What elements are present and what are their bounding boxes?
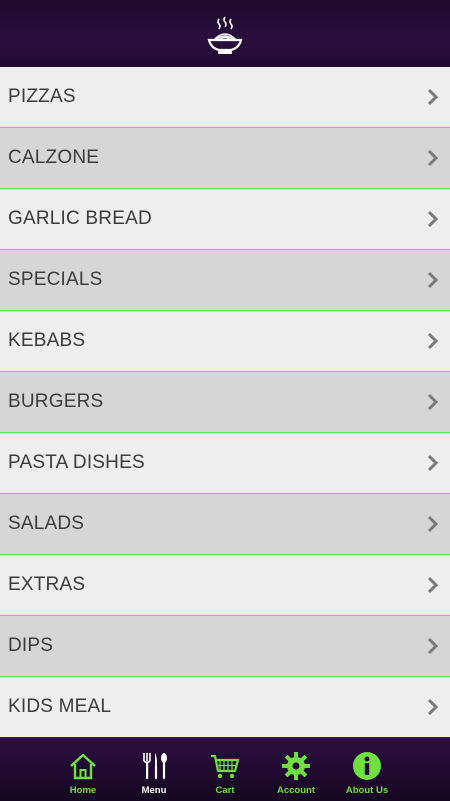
tab-label: About Us: [345, 785, 389, 796]
menu-item-kids-meal[interactable]: KIDS MEAL: [0, 677, 450, 738]
menu-item-label: CALZONE: [8, 147, 100, 168]
cart-icon: [211, 754, 240, 779]
tab-cart[interactable]: Cart: [190, 738, 261, 801]
menu-item-pasta-dishes[interactable]: PASTA DISHES: [0, 433, 450, 494]
menu-item-label: GARLIC BREAD: [8, 208, 152, 229]
chevron-right-icon: [427, 454, 439, 472]
menu-item-label: EXTRAS: [8, 574, 86, 595]
cutlery-icon: [143, 753, 167, 779]
bottom-tab-bar: Home Menu Cart Account About Us: [0, 737, 450, 801]
tab-home[interactable]: Home: [48, 738, 119, 801]
tab-about-us[interactable]: About Us: [332, 738, 403, 801]
tab-label: Home: [69, 785, 97, 796]
chevron-right-icon: [427, 393, 439, 411]
noodle-bowl-icon: [207, 16, 243, 54]
menu-item-pizzas[interactable]: PIZZAS: [0, 67, 450, 128]
menu-item-label: KEBABS: [8, 330, 86, 351]
menu-item-label: KIDS MEAL: [8, 696, 112, 717]
chevron-right-icon: [427, 149, 439, 167]
chevron-right-icon: [427, 88, 439, 106]
menu-item-salads[interactable]: SALADS: [0, 494, 450, 555]
menu-item-specials[interactable]: SPECIALS: [0, 250, 450, 311]
menu-item-kebabs[interactable]: KEBABS: [0, 311, 450, 372]
chevron-right-icon: [427, 515, 439, 533]
menu-item-extras[interactable]: EXTRAS: [0, 555, 450, 616]
home-icon: [70, 753, 96, 780]
menu-item-label: BURGERS: [8, 391, 104, 412]
chevron-right-icon: [427, 332, 439, 350]
info-icon: [353, 752, 381, 780]
chevron-right-icon: [427, 271, 439, 289]
chevron-right-icon: [427, 637, 439, 655]
tab-label: Cart: [215, 785, 235, 796]
tab-label: Account: [277, 785, 315, 796]
gear-icon: [282, 752, 310, 780]
menu-item-calzone[interactable]: CALZONE: [0, 128, 450, 189]
menu-item-label: PIZZAS: [8, 86, 76, 107]
menu-item-dips[interactable]: DIPS: [0, 616, 450, 677]
tab-account[interactable]: Account: [261, 738, 332, 801]
menu-item-label: SALADS: [8, 513, 85, 534]
menu-item-label: DIPS: [8, 635, 54, 656]
tab-label: Menu: [141, 785, 167, 796]
chevron-right-icon: [427, 576, 439, 594]
menu-item-garlic-bread[interactable]: GARLIC BREAD: [0, 189, 450, 250]
tab-menu[interactable]: Menu: [119, 738, 190, 801]
app-header: [0, 0, 450, 67]
menu-item-label: SPECIALS: [8, 269, 103, 290]
menu-category-list: PIZZAS CALZONE GARLIC BREAD SPECIALS KEB…: [0, 67, 450, 738]
chevron-right-icon: [427, 698, 439, 716]
menu-item-label: PASTA DISHES: [8, 452, 145, 473]
menu-item-burgers[interactable]: BURGERS: [0, 372, 450, 433]
chevron-right-icon: [427, 210, 439, 228]
